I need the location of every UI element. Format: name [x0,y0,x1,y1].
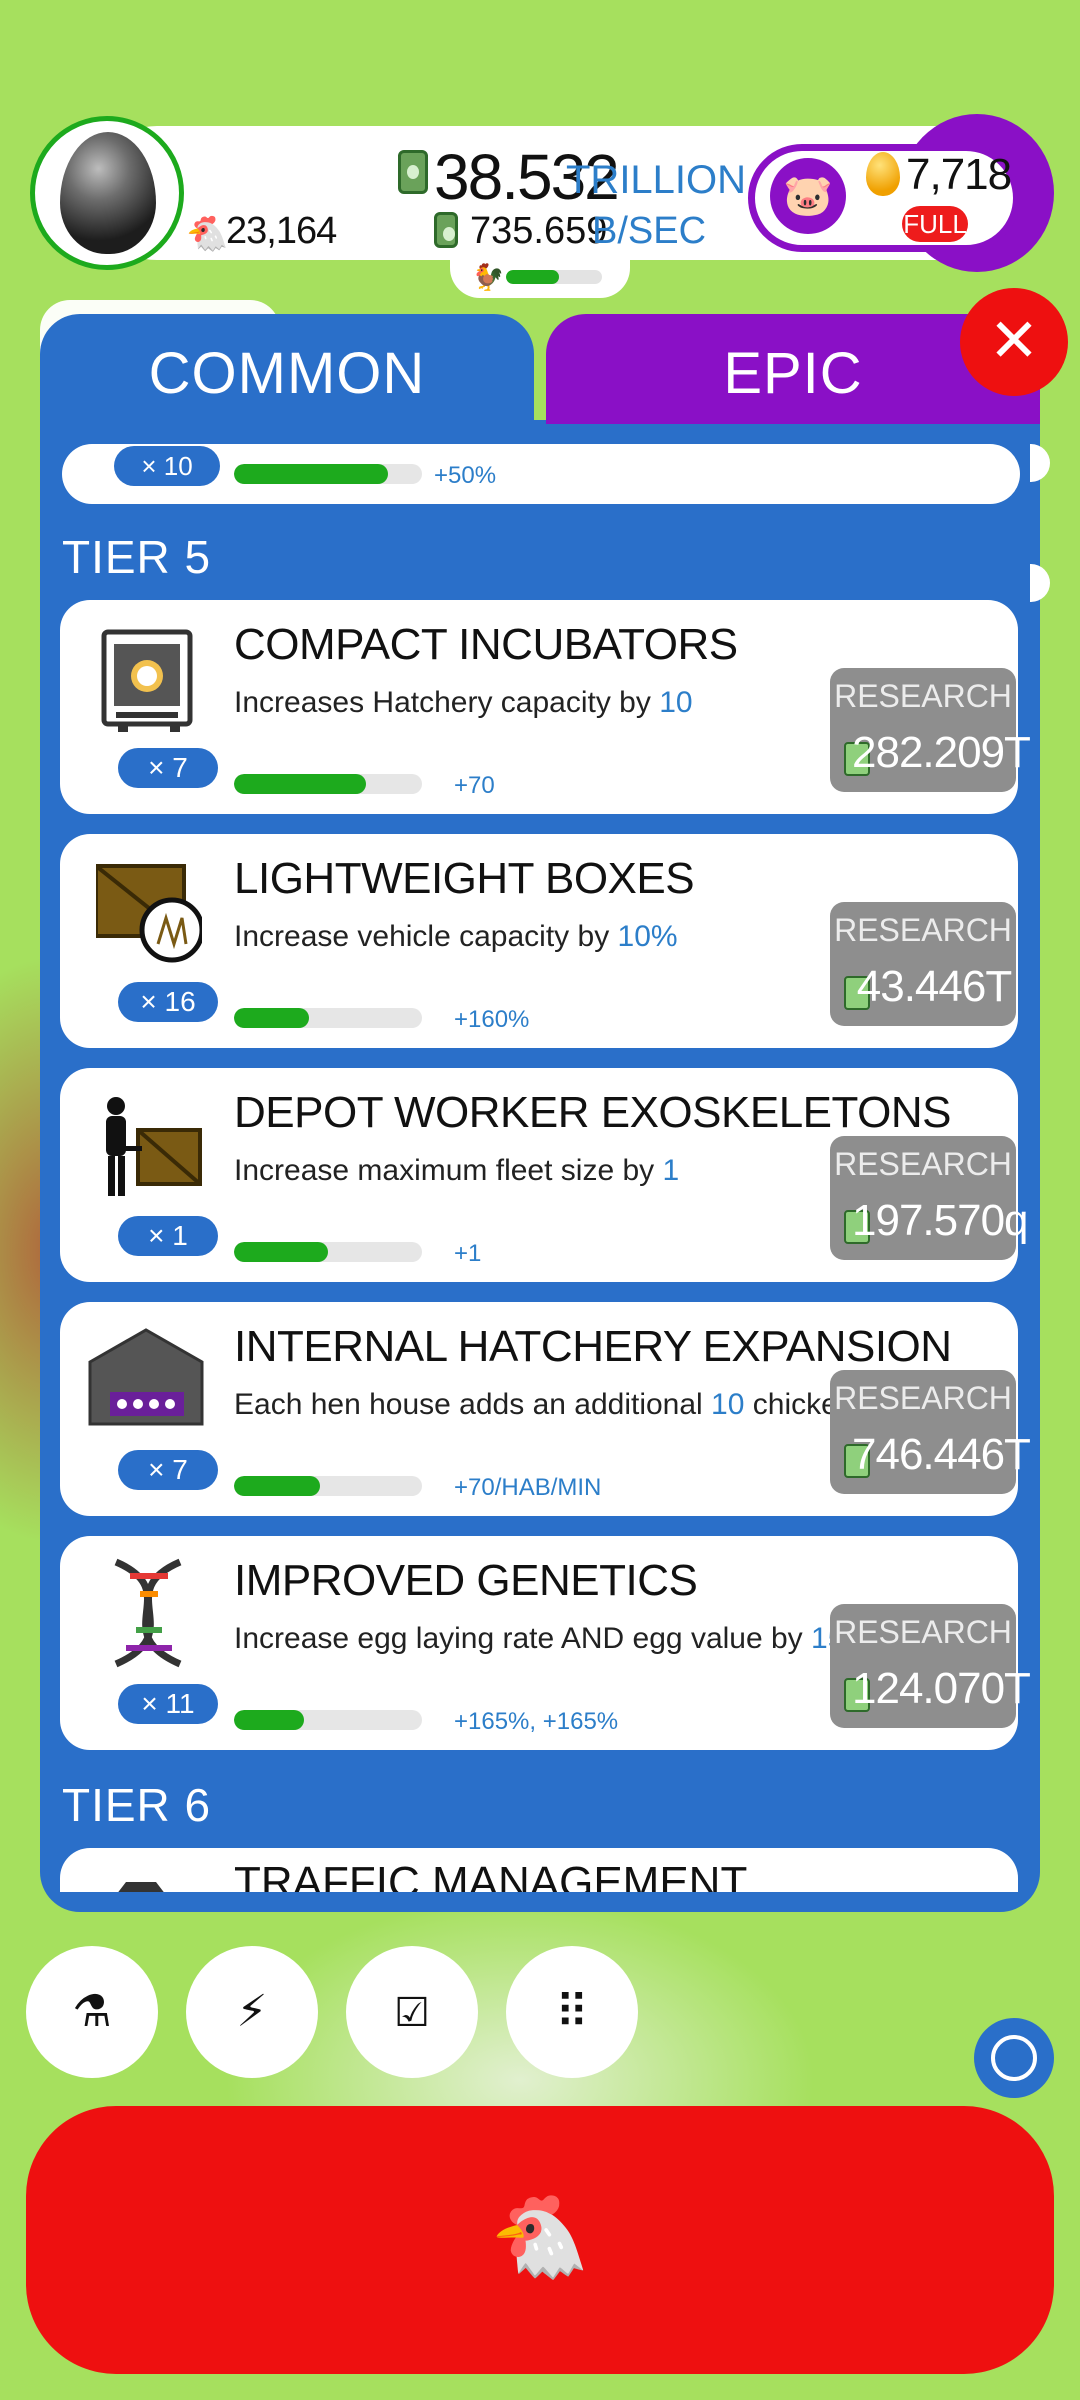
incubator-icon [96,626,202,732]
level-badge: × 11 [118,1684,218,1724]
research-title: IMPROVED GENETICS [234,1556,698,1605]
boost-button[interactable]: ⚡ [186,1946,318,2078]
research-card-internal-hatchery-expansion: × 7 INTERNAL HATCHERY EXPANSION Each hen… [60,1302,1031,1516]
chick-small-icon: 🐓 [472,262,505,292]
chicken-icon: 🐔 [186,215,229,253]
tab-common[interactable]: COMMON [40,314,534,434]
progress-bar [234,1242,422,1262]
tab-common-label: COMMON [148,341,426,406]
research-card-traffic-management: TRAFFIC MANAGEMENT [60,1848,1018,1892]
research-title: COMPACT INCUBATORS [234,620,738,669]
research-description: Increase egg laying rate AND egg value b… [234,1622,871,1655]
level-badge: × 16 [118,982,218,1022]
earn-rate: 735.659 [470,210,608,252]
level-badge: × 1 [118,1216,218,1256]
research-button[interactable]: RESEARCH 197.570q [830,1136,1029,1260]
dna-icon [96,1558,202,1668]
bonus-text: +70/HAB/MIN [454,1474,602,1501]
progress-bar [234,1476,422,1496]
research-card-lightweight-boxes: × 16 LIGHTWEIGHT BOXES Increase vehicle … [60,834,1018,1048]
earn-rate-unit: B/SEC [592,210,707,252]
piggy-bank-icon[interactable]: 🐷 [770,158,846,234]
research-button[interactable]: RESEARCH 43.446T [830,902,1016,1026]
golden-egg-icon [866,152,900,196]
missions-checklist-icon: ☑ [394,1991,430,2035]
research-button[interactable]: RESEARCH 282.209T [830,668,1031,792]
bonus-text: +50% [434,462,497,489]
traffic-cone-icon [118,1882,164,1892]
chicken-progress-fill [506,270,559,284]
research-card-compact-incubators: × 7 COMPACT INCUBATORS Increases Hatcher… [60,600,1031,814]
research-button-label: RESEARCH [834,1614,1012,1650]
rate-cash-icon [434,212,458,248]
money-unit: TRILLION [566,158,747,202]
progress-bar [234,464,422,484]
progress-fill [234,1710,304,1730]
research-button-label: RESEARCH [834,1146,1012,1182]
research-title: LIGHTWEIGHT BOXES [234,854,695,903]
level-badge: × 7 [118,1450,218,1490]
research-title: DEPOT WORKER EXOSKELETONS [234,1088,951,1137]
tier-5-label: TIER 5 [62,531,212,583]
research-cost: 124.070T [852,1664,1031,1713]
research-cost: 43.446T [856,962,1012,1011]
research-card-depot-worker-exoskeletons: × 1 DEPOT WORKER EXOSKELETONS Increase m… [60,1068,1029,1282]
research-title: TRAFFIC MANAGEMENT [234,1858,748,1892]
research-description: Increase maximum fleet size by 1 [234,1154,680,1187]
level-badge: × 7 [118,748,218,788]
hatch-chicken-button[interactable]: 🐔 [26,2106,1054,2374]
progress-bar [234,1710,422,1730]
menu-button[interactable]: ⠿ [506,1946,638,2078]
research-cost: 197.570q [852,1196,1029,1245]
golden-egg-count: 7,718 [906,150,1012,199]
research-cost: 746.446T [852,1430,1031,1479]
progress-fill [234,1476,321,1496]
tier-6-label: TIER 6 [62,1779,212,1831]
chicken-icon: 🐔 [490,2192,590,2281]
research-list[interactable]: × 10 +50% TIER 5 × 7 COMPACT INCUBATORS … [40,424,1040,1892]
level-badge: × 10 [114,446,220,486]
bonus-text: +1 [454,1240,482,1267]
missions-button[interactable]: ☑ [346,1946,478,2078]
bonus-text: +70 [454,772,495,799]
progress-fill [234,1242,328,1262]
research-button-label: RESEARCH [834,678,1012,714]
progress-fill [234,774,366,794]
research-description: Each hen house adds an additional 10 chi… [234,1388,926,1421]
research-button[interactable]: RESEARCH 746.446T [830,1370,1031,1494]
cash-icon [398,150,428,194]
close-button[interactable]: ✕ [960,288,1068,396]
research-button-nav[interactable]: ⚗ [26,1946,158,2078]
research-cost: 282.209T [852,728,1031,777]
menu-grid-icon: ⠿ [555,1986,589,2038]
research-button-label: RESEARCH [834,1380,1012,1416]
chicken-progress-bar [506,270,602,284]
research-title: INTERNAL HATCHERY EXPANSION [234,1322,952,1371]
progress-bar [234,1008,422,1028]
progress-fill [234,464,389,484]
research-flask-icon: ⚗ [72,1987,112,2036]
boost-lightning-icon: ⚡ [236,1987,268,2036]
exoskeleton-icon [96,1094,202,1200]
research-button-label: RESEARCH [834,912,1012,948]
research-description: Increase vehicle capacity by 10% [234,920,678,953]
progress-bar [234,774,422,794]
boxes-icon [94,860,205,966]
research-card-improved-genetics: × 11 IMPROVED GENETICS Increase egg layi… [60,1536,1031,1750]
piggy-full-badge: FULL [902,206,968,242]
research-description: Increases Hatchery capacity by 10 [234,686,693,719]
progress-fill [234,1008,310,1028]
bonus-text: +160% [454,1006,530,1033]
research-button[interactable]: RESEARCH 124.070T [830,1604,1031,1728]
bonus-text: +165%, +165% [454,1708,619,1735]
overlay-toggle-button[interactable] [974,2018,1054,2098]
hen-house-icon [88,1328,204,1434]
chicken-count: 23,164 [226,210,337,252]
